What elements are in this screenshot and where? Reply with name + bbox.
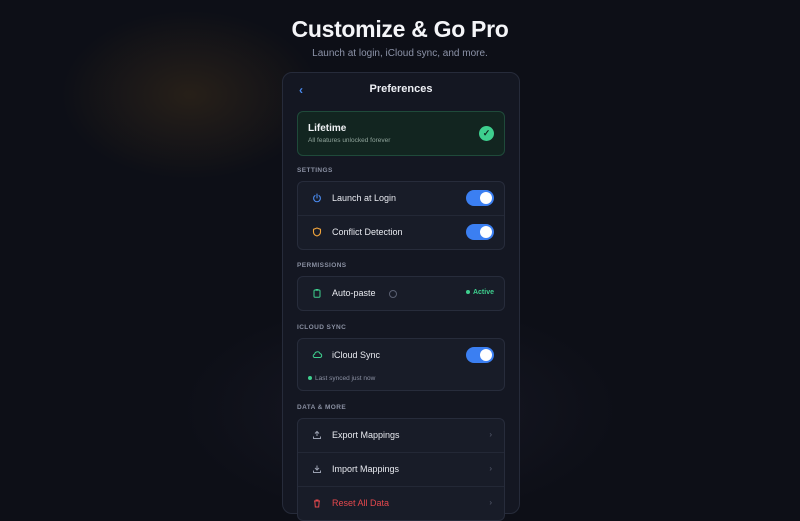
permissions-group: Auto-paste Active [297, 276, 505, 311]
section-label-icloud-sync: ICLOUD SYNC [297, 324, 347, 331]
settings-group: Launch at Login Conflict Detection [297, 181, 505, 250]
import-mappings-row[interactable]: Import Mappings › [298, 453, 504, 487]
hero-title: Customize & Go Pro [291, 16, 509, 42]
section-label-settings: SETTINGS [297, 167, 333, 174]
row-label: Export Mappings [332, 430, 400, 440]
lifetime-subtitle: All features unlocked forever [308, 137, 391, 144]
hero-subtitle: Launch at login, iCloud sync, and more. [312, 48, 488, 59]
chevron-right-icon: › [489, 498, 492, 507]
row-label: Import Mappings [332, 464, 400, 474]
status-badge: Active [465, 289, 494, 296]
upload-icon [311, 430, 323, 442]
export-mappings-row[interactable]: Export Mappings › [298, 419, 504, 453]
row-label: iCloud Sync [332, 350, 381, 360]
row-label: Conflict Detection [332, 227, 403, 237]
info-icon[interactable] [389, 290, 397, 298]
settings-row-launch-at-login: Launch at Login [298, 182, 504, 216]
launch-at-login-toggle[interactable] [466, 190, 494, 206]
conflict-detection-toggle[interactable] [466, 224, 494, 240]
section-label-permissions: PERMISSIONS [297, 262, 347, 269]
power-icon [311, 193, 323, 205]
chevron-right-icon: › [489, 464, 492, 473]
permissions-row-auto-paste[interactable]: Auto-paste Active [298, 277, 504, 310]
icloud-row: iCloud Sync [298, 339, 504, 372]
shield-icon [311, 227, 323, 239]
download-icon [311, 464, 323, 476]
section-label-data-more: DATA & MORE [297, 404, 347, 411]
preferences-panel: ‹ Preferences Lifetime All features unlo… [282, 72, 520, 521]
row-label: Auto-paste [332, 288, 376, 298]
panel-title: Preferences [369, 83, 433, 95]
clipboard-icon [311, 288, 323, 300]
sync-status: Last synced just now [308, 375, 375, 382]
data-more-group: Export Mappings › Import Mappings › Rese… [297, 418, 505, 521]
row-label: Launch at Login [332, 193, 397, 203]
lifetime-title: Lifetime [308, 123, 347, 134]
cloud-icon [311, 350, 323, 362]
lifetime-card: Lifetime All features unlocked forever ✓ [297, 111, 505, 156]
reset-all-data-row[interactable]: Reset All Data › [298, 487, 504, 520]
check-circle-icon: ✓ [479, 126, 494, 141]
chevron-right-icon: › [489, 430, 492, 439]
icloud-sync-toggle[interactable] [466, 347, 494, 363]
icloud-group: iCloud Sync Last synced just now [297, 338, 505, 391]
settings-row-conflict-detection: Conflict Detection [298, 216, 504, 249]
